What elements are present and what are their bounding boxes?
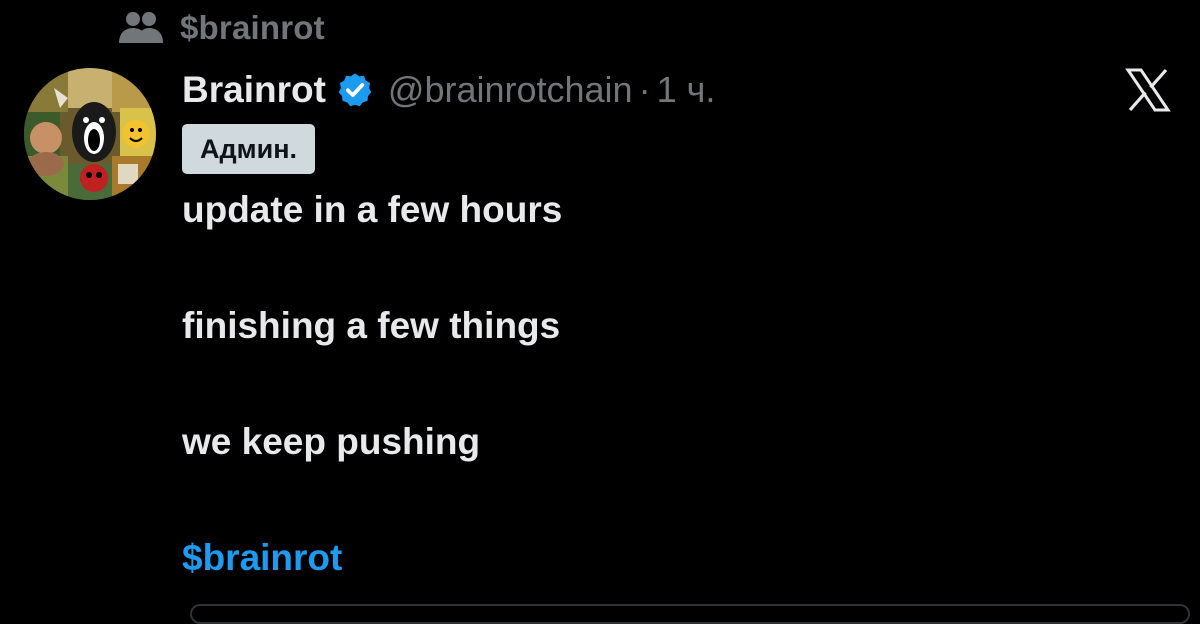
embedded-card-edge[interactable] <box>190 604 1190 624</box>
author-handle[interactable]: @brainrotchain <box>388 69 633 111</box>
author-display-name[interactable]: Brainrot <box>182 69 326 111</box>
verified-badge-icon[interactable] <box>336 70 376 110</box>
tweet-header: Brainrot @brainrotchain · 1 ч. <box>182 66 715 114</box>
tweet-line: we keep pushing <box>182 421 481 462</box>
tweet-text: update in a few hours finishing a few th… <box>182 186 1142 582</box>
community-header[interactable]: $brainrot <box>118 8 325 48</box>
admin-role-badge: Админ. <box>182 124 316 174</box>
separator-dot: · <box>638 69 651 110</box>
tweet-timestamp[interactable]: 1 ч. <box>657 69 716 111</box>
cashtag-link[interactable]: $brainrot <box>182 534 1142 582</box>
community-name[interactable]: $brainrot <box>180 9 325 47</box>
avatar[interactable] <box>24 68 156 200</box>
tweet-line: finishing a few things <box>182 305 561 346</box>
x-logo-icon[interactable] <box>1124 66 1172 114</box>
community-icon <box>118 8 166 48</box>
avatar-image <box>24 68 156 200</box>
tweet-line: update in a few hours <box>182 189 563 230</box>
